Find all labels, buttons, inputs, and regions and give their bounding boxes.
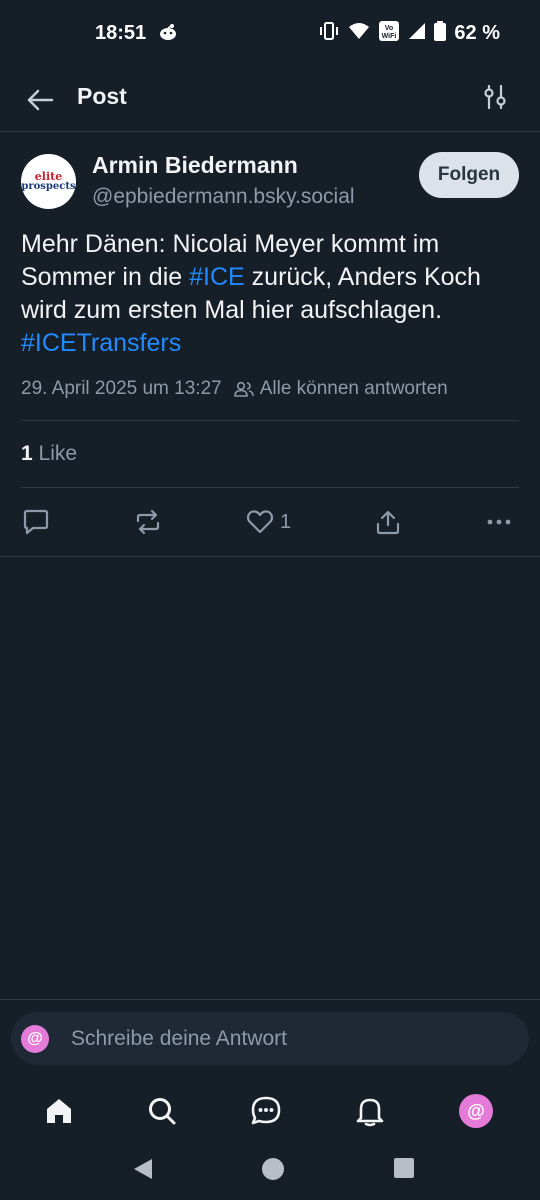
reply-button[interactable]	[22, 504, 50, 540]
nav-notifications[interactable]	[352, 1093, 388, 1129]
post-meta: 29. April 2025 um 13:27 Alle können antw…	[21, 378, 448, 400]
like-button[interactable]: 1	[246, 504, 291, 540]
battery-percent: 62 %	[454, 22, 500, 44]
profile-avatar: @	[459, 1094, 493, 1128]
bell-icon	[356, 1098, 384, 1127]
svg-text:Vo: Vo	[385, 25, 393, 32]
author-handle[interactable]: @epbiedermann.bsky.social	[92, 185, 355, 209]
share-button[interactable]	[374, 504, 402, 540]
share-icon	[376, 510, 400, 535]
author-name[interactable]: Armin Biedermann	[92, 152, 298, 179]
status-bar: 18:51 Vo WiFi 62 %	[0, 0, 540, 70]
post-timestamp: 29. April 2025 um 13:27	[21, 378, 222, 399]
ellipsis-icon	[487, 519, 511, 525]
system-recents-button[interactable]	[393, 1157, 415, 1184]
user-avatar: @	[21, 1024, 49, 1053]
hashtag-link[interactable]: #ICE	[189, 263, 245, 291]
system-navigation-bar	[0, 1145, 540, 1200]
system-home-button[interactable]	[261, 1157, 285, 1186]
reply-placeholder: Schreibe deine Antwort	[71, 1026, 287, 1050]
heart-icon	[246, 510, 274, 534]
system-back-button[interactable]	[131, 1157, 155, 1186]
arrow-left-icon	[27, 89, 54, 111]
post-actions: 1	[0, 504, 540, 540]
thread-settings-button[interactable]	[482, 84, 512, 114]
triangle-back-icon	[134, 1159, 152, 1179]
avatar-logo-text-top: elite	[34, 169, 63, 183]
reddit-notification-icon	[158, 22, 178, 47]
likes-label: Like	[38, 442, 78, 465]
sliders-icon	[484, 84, 506, 110]
status-time: 18:51	[95, 22, 147, 44]
divider	[21, 487, 519, 488]
divider	[21, 420, 519, 421]
avatar-logo-text-bottom: prospects	[21, 180, 76, 192]
repost-icon	[136, 509, 160, 535]
reply-input[interactable]: @ Schreibe deine Antwort	[11, 1012, 529, 1065]
bottom-navigation: @	[0, 1077, 540, 1145]
like-count: 1	[280, 510, 292, 533]
comment-icon	[23, 509, 49, 535]
people-icon	[233, 381, 254, 397]
post-header: Post	[0, 70, 540, 132]
reply-composer-bar: @ Schreibe deine Antwort	[0, 999, 540, 1077]
likes-count: 1	[21, 442, 33, 465]
chat-icon	[251, 1096, 281, 1125]
svg-text:WiFi: WiFi	[382, 33, 397, 40]
post-text: Mehr Dänen: Nicolai Meyer kommt im Somme…	[21, 228, 521, 360]
nav-search[interactable]	[144, 1093, 180, 1129]
vowifi-icon: Vo WiFi	[378, 20, 400, 47]
reply-permission: Alle können antworten	[233, 378, 448, 400]
nav-chat[interactable]	[248, 1093, 284, 1129]
post-detail: elite prospects Armin Biedermann @epbied…	[0, 132, 540, 557]
square-recents-icon	[394, 1158, 414, 1178]
wifi-icon	[348, 22, 370, 45]
page-title: Post	[77, 83, 127, 109]
nav-profile[interactable]: @	[458, 1093, 494, 1129]
reply-permission-label: Alle können antworten	[259, 378, 448, 399]
follow-button[interactable]: Folgen	[419, 152, 519, 198]
battery-icon	[434, 21, 447, 46]
nav-home[interactable]	[41, 1093, 77, 1129]
search-icon	[149, 1098, 176, 1125]
likes-summary[interactable]: 1 Like	[21, 442, 77, 466]
signal-icon	[408, 22, 426, 45]
home-icon	[47, 1099, 71, 1123]
hashtag-link[interactable]: #ICETransfers	[21, 329, 181, 357]
vibrate-icon	[318, 21, 340, 46]
more-options-button[interactable]	[485, 504, 513, 540]
repost-button[interactable]	[134, 504, 162, 540]
author-avatar[interactable]: elite prospects	[21, 154, 76, 209]
back-button[interactable]	[24, 84, 56, 116]
circle-home-icon	[262, 1158, 284, 1180]
